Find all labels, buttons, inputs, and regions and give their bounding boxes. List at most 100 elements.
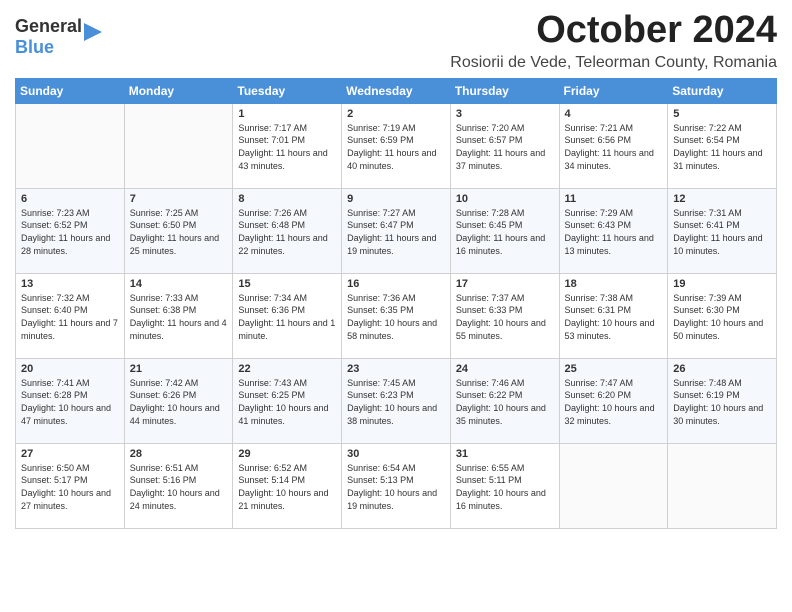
calendar-cell (668, 443, 777, 528)
weekday-header-monday: Monday (124, 78, 233, 103)
title-block: October 2024 Rosiorii de Vede, Teleorman… (450, 10, 777, 72)
cell-content: Sunrise: 7:27 AMSunset: 6:47 PMDaylight:… (347, 207, 445, 257)
cell-content: Sunrise: 7:20 AMSunset: 6:57 PMDaylight:… (456, 122, 554, 172)
calendar-cell: 8Sunrise: 7:26 AMSunset: 6:48 PMDaylight… (233, 188, 342, 273)
day-number: 1 (238, 108, 336, 120)
day-number: 10 (456, 193, 554, 205)
calendar-cell: 7 Sunrise: 7:25 AMSunset: 6:50 PMDaylight… (124, 188, 233, 273)
day-number: 27 (21, 448, 119, 460)
logo-arrow-icon (84, 23, 102, 41)
weekday-header-thursday: Thursday (450, 78, 559, 103)
day-number: 8 (238, 193, 336, 205)
day-number: 3 (456, 108, 554, 120)
month-title: October 2024 (450, 10, 777, 52)
calendar-cell: 16Sunrise: 7:36 AMSunset: 6:35 PMDayligh… (342, 273, 451, 358)
weekday-header-friday: Friday (559, 78, 668, 103)
cell-content: Sunrise: 7:28 AMSunset: 6:45 PMDaylight:… (456, 207, 554, 257)
calendar-cell: 1 Sunrise: 7:17 AMSunset: 7:01 PMDaylight… (233, 103, 342, 188)
calendar-cell (16, 103, 125, 188)
calendar-cell: 3 Sunrise: 7:20 AMSunset: 6:57 PMDaylight… (450, 103, 559, 188)
cell-content: Sunrise: 7:19 AMSunset: 6:59 PMDaylight:… (347, 122, 445, 172)
day-number: 15 (238, 278, 336, 290)
cell-content: Sunrise: 7:46 AMSunset: 6:22 PMDaylight:… (456, 377, 554, 427)
calendar-cell: 14 Sunrise: 7:33 AMSunset: 6:38 PMDayligh… (124, 273, 233, 358)
cell-content: Sunrise: 7:37 AMSunset: 6:33 PMDaylight:… (456, 292, 554, 342)
calendar-cell: 21 Sunrise: 7:42 AMSunset: 6:26 PMDayligh… (124, 358, 233, 443)
cell-content: Sunrise: 7:39 AMSunset: 6:30 PMDaylight:… (673, 292, 771, 342)
calendar-cell: 30 Sunrise: 6:54 AMSunset: 5:13 PMDayligh… (342, 443, 451, 528)
calendar-cell (559, 443, 668, 528)
day-number: 21 (130, 363, 228, 375)
day-number: 5 (673, 108, 771, 120)
day-number: 31 (456, 448, 554, 460)
weekday-header-wednesday: Wednesday (342, 78, 451, 103)
calendar-cell: 15Sunrise: 7:34 AMSunset: 6:36 PMDayligh… (233, 273, 342, 358)
day-number: 26 (673, 363, 771, 375)
weekday-header-saturday: Saturday (668, 78, 777, 103)
day-number: 18 (565, 278, 663, 290)
cell-content: Sunrise: 7:47 AMSunset: 6:20 PMDaylight:… (565, 377, 663, 427)
cell-content: Sunrise: 7:38 AMSunset: 6:31 PMDaylight:… (565, 292, 663, 342)
day-number: 4 (565, 108, 663, 120)
cell-content: Sunrise: 7:23 AMSunset: 6:52 PMDaylight:… (21, 207, 119, 257)
day-number: 2 (347, 108, 445, 120)
day-number: 30 (347, 448, 445, 460)
day-number: 6 (21, 193, 119, 205)
calendar-cell: 6 Sunrise: 7:23 AMSunset: 6:52 PMDaylight… (16, 188, 125, 273)
cell-content: Sunrise: 7:22 AMSunset: 6:54 PMDaylight:… (673, 122, 771, 172)
cell-content: Sunrise: 7:21 AMSunset: 6:56 PMDaylight:… (565, 122, 663, 172)
calendar-week-row: 13Sunrise: 7:32 AMSunset: 6:40 PMDayligh… (16, 273, 777, 358)
calendar-cell: 18 Sunrise: 7:38 AMSunset: 6:31 PMDayligh… (559, 273, 668, 358)
cell-content: Sunrise: 6:50 AMSunset: 5:17 PMDaylight:… (21, 462, 119, 512)
cell-content: Sunrise: 6:54 AMSunset: 5:13 PMDaylight:… (347, 462, 445, 512)
calendar-cell: 4 Sunrise: 7:21 AMSunset: 6:56 PMDaylight… (559, 103, 668, 188)
day-number: 23 (347, 363, 445, 375)
day-number: 7 (130, 193, 228, 205)
weekday-header-tuesday: Tuesday (233, 78, 342, 103)
calendar-cell: 28Sunrise: 6:51 AMSunset: 5:16 PMDayligh… (124, 443, 233, 528)
location-title: Rosiorii de Vede, Teleorman County, Roma… (450, 54, 777, 72)
day-number: 28 (130, 448, 228, 460)
calendar-week-row: 6 Sunrise: 7:23 AMSunset: 6:52 PMDaylight… (16, 188, 777, 273)
day-number: 14 (130, 278, 228, 290)
logo: General Blue (15, 16, 102, 58)
weekday-header-sunday: Sunday (16, 78, 125, 103)
calendar-week-row: 1 Sunrise: 7:17 AMSunset: 7:01 PMDaylight… (16, 103, 777, 188)
cell-content: Sunrise: 7:32 AMSunset: 6:40 PMDaylight:… (21, 292, 119, 342)
cell-content: Sunrise: 6:55 AMSunset: 5:11 PMDaylight:… (456, 462, 554, 512)
day-number: 17 (456, 278, 554, 290)
calendar-cell: 20Sunrise: 7:41 AMSunset: 6:28 PMDayligh… (16, 358, 125, 443)
cell-content: Sunrise: 7:33 AMSunset: 6:38 PMDaylight:… (130, 292, 228, 342)
day-number: 24 (456, 363, 554, 375)
cell-content: Sunrise: 7:48 AMSunset: 6:19 PMDaylight:… (673, 377, 771, 427)
calendar-cell: 9 Sunrise: 7:27 AMSunset: 6:47 PMDaylight… (342, 188, 451, 273)
calendar-cell (124, 103, 233, 188)
cell-content: Sunrise: 7:43 AMSunset: 6:25 PMDaylight:… (238, 377, 336, 427)
day-number: 9 (347, 193, 445, 205)
calendar-cell: 17 Sunrise: 7:37 AMSunset: 6:33 PMDayligh… (450, 273, 559, 358)
calendar-cell: 29 Sunrise: 6:52 AMSunset: 5:14 PMDayligh… (233, 443, 342, 528)
cell-content: Sunrise: 7:45 AMSunset: 6:23 PMDaylight:… (347, 377, 445, 427)
calendar-cell: 11Sunrise: 7:29 AMSunset: 6:43 PMDayligh… (559, 188, 668, 273)
cell-content: Sunrise: 7:36 AMSunset: 6:35 PMDaylight:… (347, 292, 445, 342)
day-number: 20 (21, 363, 119, 375)
day-number: 12 (673, 193, 771, 205)
calendar-cell: 25Sunrise: 7:47 AMSunset: 6:20 PMDayligh… (559, 358, 668, 443)
day-number: 29 (238, 448, 336, 460)
calendar-cell: 19 Sunrise: 7:39 AMSunset: 6:30 PMDayligh… (668, 273, 777, 358)
calendar-week-row: 27 Sunrise: 6:50 AMSunset: 5:17 PMDayligh… (16, 443, 777, 528)
weekday-header-row: SundayMondayTuesdayWednesdayThursdayFrid… (16, 78, 777, 103)
cell-content: Sunrise: 7:31 AMSunset: 6:41 PMDaylight:… (673, 207, 771, 257)
day-number: 19 (673, 278, 771, 290)
calendar-cell: 13Sunrise: 7:32 AMSunset: 6:40 PMDayligh… (16, 273, 125, 358)
calendar-cell: 22Sunrise: 7:43 AMSunset: 6:25 PMDayligh… (233, 358, 342, 443)
calendar-cell: 24 Sunrise: 7:46 AMSunset: 6:22 PMDayligh… (450, 358, 559, 443)
calendar-cell: 2 Sunrise: 7:19 AMSunset: 6:59 PMDaylight… (342, 103, 451, 188)
page-header: General Blue October 2024 Rosiorii de Ve… (15, 10, 777, 72)
cell-content: Sunrise: 7:25 AMSunset: 6:50 PMDaylight:… (130, 207, 228, 257)
calendar-cell: 12 Sunrise: 7:31 AMSunset: 6:41 PMDayligh… (668, 188, 777, 273)
cell-content: Sunrise: 7:17 AMSunset: 7:01 PMDaylight:… (238, 122, 336, 172)
cell-content: Sunrise: 7:42 AMSunset: 6:26 PMDaylight:… (130, 377, 228, 427)
cell-content: Sunrise: 6:52 AMSunset: 5:14 PMDaylight:… (238, 462, 336, 512)
calendar-week-row: 20Sunrise: 7:41 AMSunset: 6:28 PMDayligh… (16, 358, 777, 443)
